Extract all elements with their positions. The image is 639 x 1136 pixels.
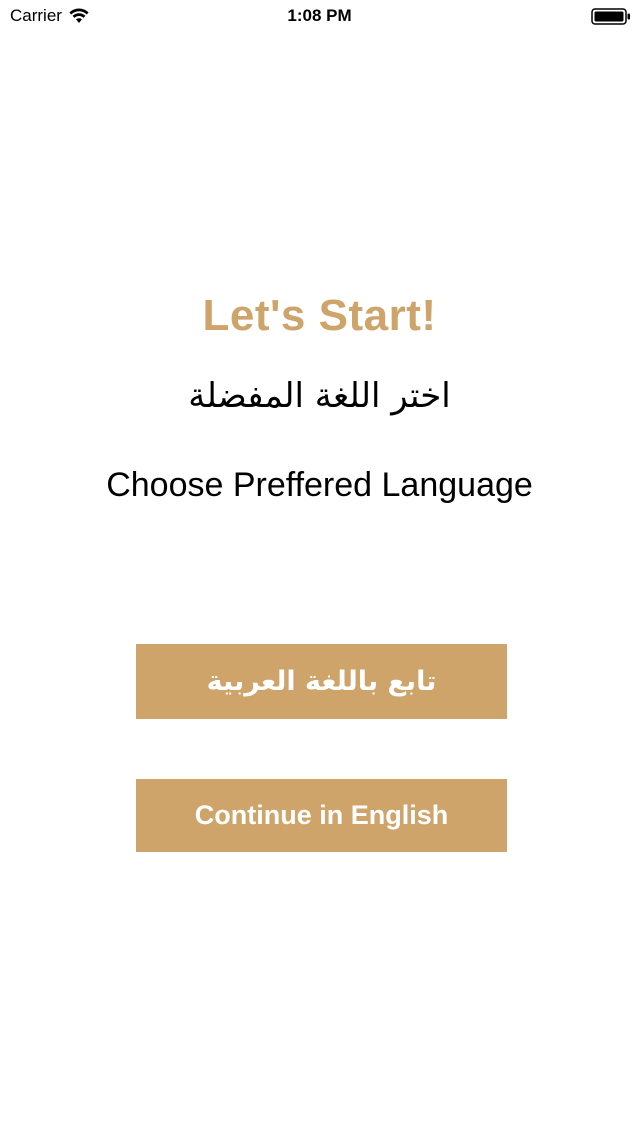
arabic-language-prompt: اختر اللغة المفضلة [188, 376, 451, 416]
battery-icon [591, 8, 630, 25]
page-title: Let's Start! [202, 291, 437, 340]
continue-arabic-button[interactable]: تابع باللغة العربية [136, 644, 507, 719]
english-language-prompt: Choose Preffered Language [106, 466, 533, 504]
status-time: 1:08 PM [287, 6, 352, 25]
status-bar: Carrier 1:08 PM [0, 0, 639, 34]
continue-english-button[interactable]: Continue in English [136, 779, 507, 852]
